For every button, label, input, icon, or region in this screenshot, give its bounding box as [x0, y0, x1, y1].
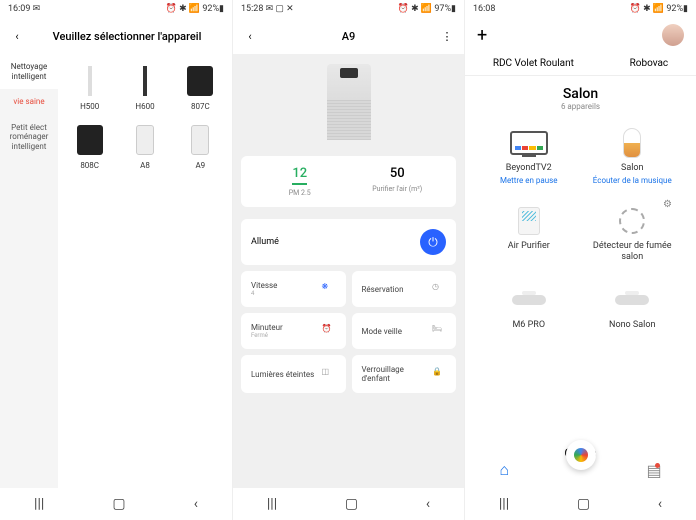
- recent-apps-button[interactable]: |||: [34, 496, 44, 512]
- status-bar: 16:09 ✉ ⏰ ✱ 📶 92%▮: [0, 0, 232, 18]
- device-beyondtv2[interactable]: BeyondTV2Mettre en pause: [481, 121, 577, 191]
- phone-1-select-device: 16:09 ✉ ⏰ ✱ 📶 92%▮ ‹ Veuillez sélectionn…: [0, 0, 232, 520]
- tv-icon: [510, 131, 548, 155]
- device-a8[interactable]: A8: [119, 119, 170, 174]
- purifier-icon: [518, 207, 540, 235]
- room-header: Salon 6 appareils: [465, 76, 696, 121]
- sidebar-item-appliance[interactable]: Petit élect roménager intelligent: [0, 115, 58, 160]
- fan-icon: ❋: [322, 282, 336, 296]
- more-icon[interactable]: ⋮: [440, 29, 454, 43]
- assistant-icon: [574, 448, 588, 462]
- system-nav: ||| ▢ ‹: [0, 488, 232, 520]
- tile-speed[interactable]: Vitesse4❋: [241, 271, 346, 307]
- power-status: Allumé: [251, 237, 279, 247]
- bottom-nav: G s ⌂ ▤: [465, 452, 696, 488]
- phone-2-device-control: 15:28 ✉ ▢ ✕ ⏰ ✱ 📶 97%▮ ‹ A9 ⋮ 12PM 2.5 5…: [232, 0, 464, 520]
- bed-icon: 🛏: [432, 324, 446, 338]
- back-button[interactable]: ‹: [426, 496, 430, 512]
- tile-lights[interactable]: Lumières éteintes◫: [241, 355, 346, 393]
- back-icon[interactable]: ‹: [10, 29, 24, 43]
- device-h500[interactable]: H500: [64, 60, 115, 115]
- power-button[interactable]: ⏻: [420, 229, 446, 255]
- category-sidebar: Nettoyage intelligent vie saine Petit él…: [0, 54, 58, 488]
- room-tabs: RDC Volet Roulant Robovac: [465, 52, 696, 75]
- back-button[interactable]: ‹: [658, 496, 662, 512]
- nav-feed-icon[interactable]: ▤: [647, 461, 662, 480]
- sidebar-item-health[interactable]: vie saine: [0, 89, 58, 115]
- home-button[interactable]: ▢: [345, 496, 358, 512]
- stats-card: 12PM 2.5 50Purifier l'air (m²): [241, 156, 456, 207]
- home-button[interactable]: ▢: [112, 496, 125, 512]
- device-nono-salon[interactable]: Nono Salon: [585, 278, 681, 339]
- recent-apps-button[interactable]: |||: [499, 496, 509, 512]
- controls-grid: Vitesse4❋ Réservation◷ MinuteurFermé⏰ Mo…: [233, 271, 464, 393]
- device-title: A9: [265, 30, 432, 43]
- header: +: [465, 18, 696, 52]
- alarm-icon: ⏰: [322, 324, 336, 338]
- device-m6-pro[interactable]: M6 PRO: [481, 278, 577, 339]
- vacuum-icon: [512, 295, 546, 305]
- device-a9[interactable]: A9: [175, 119, 226, 174]
- tile-timer[interactable]: MinuteurFermé⏰: [241, 313, 346, 349]
- sidebar-item-cleaning[interactable]: Nettoyage intelligent: [0, 54, 58, 89]
- device-807c[interactable]: 807C: [175, 60, 226, 115]
- device-image: [233, 54, 464, 150]
- assistant-button[interactable]: [566, 440, 596, 470]
- area-value: 50: [349, 166, 447, 181]
- device-808c[interactable]: 808C: [64, 119, 115, 174]
- speaker-icon: [623, 128, 641, 158]
- home-button[interactable]: ▢: [577, 496, 590, 512]
- recent-apps-button[interactable]: |||: [267, 496, 277, 512]
- phone-3-google-home: 16:08 ⏰ ✱ 📶 92%▮ + RDC Volet Roulant Rob…: [464, 0, 696, 520]
- nav-home-icon[interactable]: ⌂: [499, 460, 509, 480]
- device-smoke-detector[interactable]: ⚙Détecteur de fumée salon: [585, 199, 681, 271]
- avatar[interactable]: [662, 24, 684, 46]
- device-grid: H500 H600 807C 808C A8 A9: [58, 54, 232, 488]
- system-nav: ||| ▢ ‹: [465, 488, 696, 520]
- gear-icon[interactable]: ⚙: [663, 199, 672, 210]
- lock-icon: 🔒: [432, 367, 446, 381]
- pm25-value: 12: [292, 166, 307, 185]
- header: ‹ Veuillez sélectionner l'appareil: [0, 18, 232, 54]
- devices-grid: BeyondTV2Mettre en pause SalonÉcouter de…: [465, 121, 696, 452]
- header: ‹ A9 ⋮: [233, 18, 464, 54]
- add-button[interactable]: +: [477, 25, 487, 46]
- tile-sleep[interactable]: Mode veille🛏: [352, 313, 457, 349]
- bulb-icon: ◫: [322, 367, 336, 381]
- tab-rdc[interactable]: RDC Volet Roulant: [493, 58, 574, 69]
- tile-childlock[interactable]: Verrouillage d'enfant🔒: [352, 355, 457, 393]
- power-card: Allumé ⏻: [241, 219, 456, 265]
- clock-icon: ◷: [432, 282, 446, 296]
- tab-robovac[interactable]: Robovac: [630, 58, 669, 69]
- device-h600[interactable]: H600: [119, 60, 170, 115]
- status-bar: 16:08 ⏰ ✱ 📶 92%▮: [465, 0, 696, 18]
- status-bar: 15:28 ✉ ▢ ✕ ⏰ ✱ 📶 97%▮: [233, 0, 464, 18]
- device-salon-speaker[interactable]: SalonÉcouter de la musique: [585, 121, 681, 191]
- page-title: Veuillez sélectionner l'appareil: [32, 30, 222, 43]
- back-icon[interactable]: ‹: [243, 29, 257, 43]
- tile-reservation[interactable]: Réservation◷: [352, 271, 457, 307]
- vacuum-icon: [615, 295, 649, 305]
- system-nav: ||| ▢ ‹: [233, 488, 464, 520]
- device-air-purifier[interactable]: Air Purifier: [481, 199, 577, 271]
- back-button[interactable]: ‹: [194, 496, 198, 512]
- smoke-icon: [619, 208, 645, 234]
